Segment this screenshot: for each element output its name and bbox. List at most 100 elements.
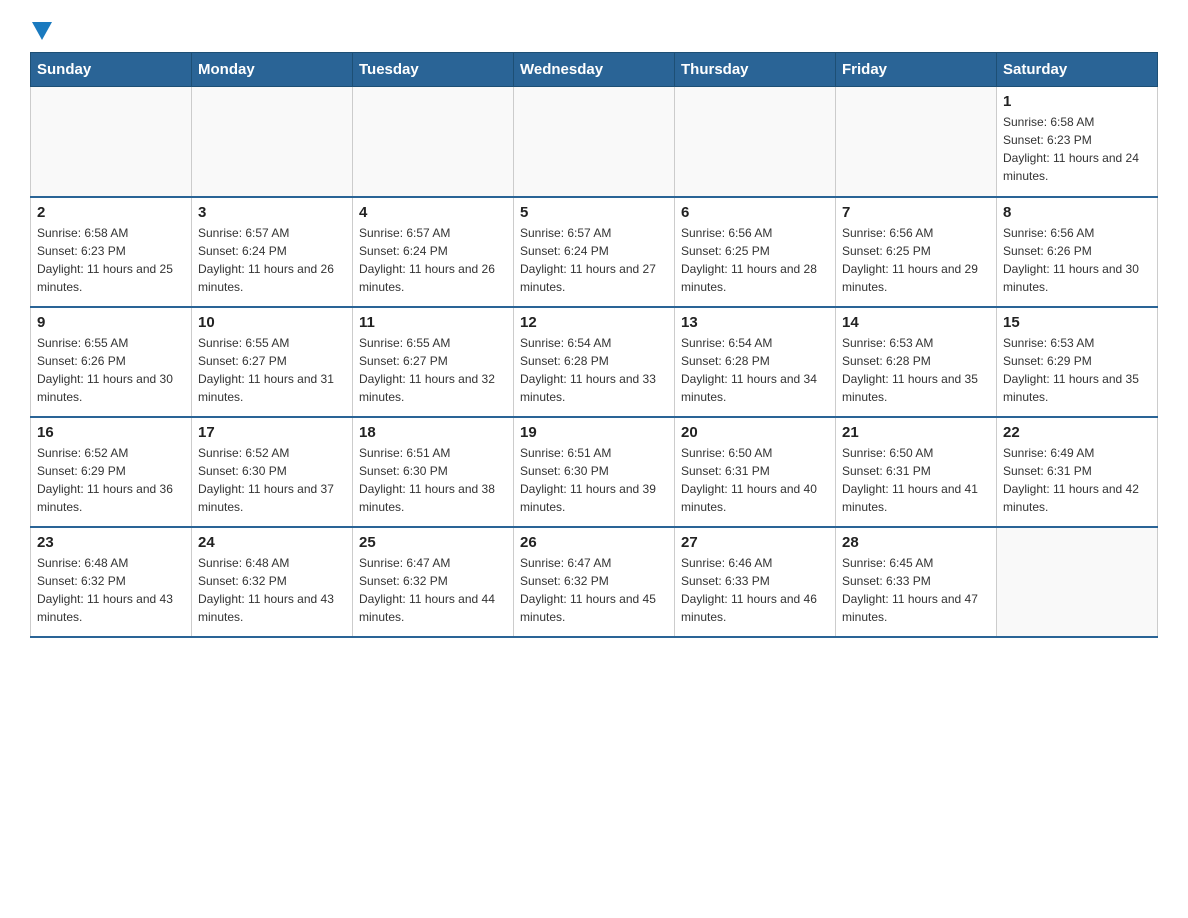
day-sun-info: Sunrise: 6:56 AMSunset: 6:26 PMDaylight:…: [1003, 224, 1151, 296]
calendar-cell: 10 Sunrise: 6:55 AMSunset: 6:27 PMDayligh…: [192, 307, 353, 417]
calendar-week-2: 2Sunrise: 6:58 AMSunset: 6:23 PMDaylight…: [31, 197, 1158, 307]
calendar-header-row: SundayMondayTuesdayWednesdayThursdayFrid…: [31, 53, 1158, 87]
day-number: 10: [198, 314, 346, 331]
day-sun-info: Sunrise: 6:53 AMSunset: 6:29 PMDaylight:…: [1003, 334, 1151, 406]
calendar-cell: 5 Sunrise: 6:57 AMSunset: 6:24 PMDaylight…: [514, 197, 675, 307]
calendar-cell: 17 Sunrise: 6:52 AMSunset: 6:30 PMDayligh…: [192, 417, 353, 527]
calendar-cell: 6 Sunrise: 6:56 AMSunset: 6:25 PMDaylight…: [675, 197, 836, 307]
calendar-week-5: 23Sunrise: 6:48 AMSunset: 6:32 PMDayligh…: [31, 527, 1158, 637]
day-number: 4: [359, 204, 507, 221]
day-number: 5: [520, 204, 668, 221]
column-header-tuesday: Tuesday: [353, 53, 514, 87]
calendar-cell: 12 Sunrise: 6:54 AMSunset: 6:28 PMDayligh…: [514, 307, 675, 417]
day-sun-info: Sunrise: 6:48 AMSunset: 6:32 PMDaylight:…: [198, 554, 346, 626]
calendar-cell: 2Sunrise: 6:58 AMSunset: 6:23 PMDaylight…: [31, 197, 192, 307]
day-sun-info: Sunrise: 6:50 AMSunset: 6:31 PMDaylight:…: [842, 444, 990, 516]
calendar-week-3: 9 Sunrise: 6:55 AMSunset: 6:26 PMDaylight…: [31, 307, 1158, 417]
calendar-cell: [997, 527, 1158, 637]
calendar-cell: [353, 87, 514, 197]
day-sun-info: Sunrise: 6:56 AMSunset: 6:25 PMDaylight:…: [842, 224, 990, 296]
day-sun-info: Sunrise: 6:58 AMSunset: 6:23 PMDaylight:…: [1003, 113, 1151, 185]
day-number: 3: [198, 204, 346, 221]
calendar-cell: 15 Sunrise: 6:53 AMSunset: 6:29 PMDayligh…: [997, 307, 1158, 417]
calendar-cell: 21 Sunrise: 6:50 AMSunset: 6:31 PMDayligh…: [836, 417, 997, 527]
calendar-cell: [514, 87, 675, 197]
day-number: 2: [37, 204, 185, 221]
day-sun-info: Sunrise: 6:49 AMSunset: 6:31 PMDaylight:…: [1003, 444, 1151, 516]
day-number: 1: [1003, 93, 1151, 110]
day-sun-info: Sunrise: 6:54 AMSunset: 6:28 PMDaylight:…: [520, 334, 668, 406]
day-sun-info: Sunrise: 6:45 AMSunset: 6:33 PMDaylight:…: [842, 554, 990, 626]
day-number: 18: [359, 424, 507, 441]
calendar-cell: [675, 87, 836, 197]
day-number: 14: [842, 314, 990, 331]
calendar-cell: 4Sunrise: 6:57 AMSunset: 6:24 PMDaylight…: [353, 197, 514, 307]
day-number: 6: [681, 204, 829, 221]
column-header-thursday: Thursday: [675, 53, 836, 87]
day-number: 13: [681, 314, 829, 331]
calendar-cell: 22 Sunrise: 6:49 AMSunset: 6:31 PMDayligh…: [997, 417, 1158, 527]
calendar-cell: 19 Sunrise: 6:51 AMSunset: 6:30 PMDayligh…: [514, 417, 675, 527]
column-header-sunday: Sunday: [31, 53, 192, 87]
column-header-saturday: Saturday: [997, 53, 1158, 87]
calendar-cell: [836, 87, 997, 197]
day-sun-info: Sunrise: 6:51 AMSunset: 6:30 PMDaylight:…: [520, 444, 668, 516]
calendar-week-4: 16 Sunrise: 6:52 AMSunset: 6:29 PMDayligh…: [31, 417, 1158, 527]
day-number: 16: [37, 424, 185, 441]
day-sun-info: Sunrise: 6:46 AMSunset: 6:33 PMDaylight:…: [681, 554, 829, 626]
day-number: 11: [359, 314, 507, 331]
day-sun-info: Sunrise: 6:52 AMSunset: 6:30 PMDaylight:…: [198, 444, 346, 516]
day-sun-info: Sunrise: 6:55 AMSunset: 6:27 PMDaylight:…: [198, 334, 346, 406]
day-sun-info: Sunrise: 6:50 AMSunset: 6:31 PMDaylight:…: [681, 444, 829, 516]
calendar-cell: 1 Sunrise: 6:58 AMSunset: 6:23 PMDaylight…: [997, 87, 1158, 197]
calendar-cell: 28 Sunrise: 6:45 AMSunset: 6:33 PMDayligh…: [836, 527, 997, 637]
calendar-cell: 3 Sunrise: 6:57 AMSunset: 6:24 PMDaylight…: [192, 197, 353, 307]
calendar-cell: 16 Sunrise: 6:52 AMSunset: 6:29 PMDayligh…: [31, 417, 192, 527]
day-sun-info: Sunrise: 6:55 AMSunset: 6:26 PMDaylight:…: [37, 334, 185, 406]
day-sun-info: Sunrise: 6:57 AMSunset: 6:24 PMDaylight:…: [520, 224, 668, 296]
day-number: 20: [681, 424, 829, 441]
calendar-cell: 23Sunrise: 6:48 AMSunset: 6:32 PMDayligh…: [31, 527, 192, 637]
day-sun-info: Sunrise: 6:51 AMSunset: 6:30 PMDaylight:…: [359, 444, 507, 516]
day-sun-info: Sunrise: 6:56 AMSunset: 6:25 PMDaylight:…: [681, 224, 829, 296]
day-number: 19: [520, 424, 668, 441]
day-sun-info: Sunrise: 6:52 AMSunset: 6:29 PMDaylight:…: [37, 444, 185, 516]
day-number: 12: [520, 314, 668, 331]
logo: [30, 20, 54, 42]
day-number: 25: [359, 534, 507, 551]
column-header-wednesday: Wednesday: [514, 53, 675, 87]
day-number: 28: [842, 534, 990, 551]
day-sun-info: Sunrise: 6:54 AMSunset: 6:28 PMDaylight:…: [681, 334, 829, 406]
calendar-cell: 20 Sunrise: 6:50 AMSunset: 6:31 PMDayligh…: [675, 417, 836, 527]
day-number: 15: [1003, 314, 1151, 331]
column-header-monday: Monday: [192, 53, 353, 87]
day-number: 9: [37, 314, 185, 331]
calendar-cell: [31, 87, 192, 197]
calendar-cell: 27 Sunrise: 6:46 AMSunset: 6:33 PMDayligh…: [675, 527, 836, 637]
calendar-cell: 18 Sunrise: 6:51 AMSunset: 6:30 PMDayligh…: [353, 417, 514, 527]
day-sun-info: Sunrise: 6:57 AMSunset: 6:24 PMDaylight:…: [198, 224, 346, 296]
day-number: 17: [198, 424, 346, 441]
day-number: 8: [1003, 204, 1151, 221]
day-number: 21: [842, 424, 990, 441]
calendar-week-1: 1 Sunrise: 6:58 AMSunset: 6:23 PMDaylight…: [31, 87, 1158, 197]
day-number: 22: [1003, 424, 1151, 441]
calendar-cell: 25 Sunrise: 6:47 AMSunset: 6:32 PMDayligh…: [353, 527, 514, 637]
day-sun-info: Sunrise: 6:48 AMSunset: 6:32 PMDaylight:…: [37, 554, 185, 626]
day-sun-info: Sunrise: 6:55 AMSunset: 6:27 PMDaylight:…: [359, 334, 507, 406]
calendar-table: SundayMondayTuesdayWednesdayThursdayFrid…: [30, 52, 1158, 638]
day-sun-info: Sunrise: 6:47 AMSunset: 6:32 PMDaylight:…: [520, 554, 668, 626]
logo-triangle-icon: [30, 20, 54, 42]
calendar-cell: 24 Sunrise: 6:48 AMSunset: 6:32 PMDayligh…: [192, 527, 353, 637]
day-number: 24: [198, 534, 346, 551]
day-sun-info: Sunrise: 6:47 AMSunset: 6:32 PMDaylight:…: [359, 554, 507, 626]
calendar-cell: 13 Sunrise: 6:54 AMSunset: 6:28 PMDayligh…: [675, 307, 836, 417]
page-header: [30, 20, 1158, 42]
day-sun-info: Sunrise: 6:53 AMSunset: 6:28 PMDaylight:…: [842, 334, 990, 406]
calendar-cell: 26 Sunrise: 6:47 AMSunset: 6:32 PMDayligh…: [514, 527, 675, 637]
day-number: 26: [520, 534, 668, 551]
calendar-cell: 14 Sunrise: 6:53 AMSunset: 6:28 PMDayligh…: [836, 307, 997, 417]
calendar-cell: [192, 87, 353, 197]
column-header-friday: Friday: [836, 53, 997, 87]
day-number: 27: [681, 534, 829, 551]
